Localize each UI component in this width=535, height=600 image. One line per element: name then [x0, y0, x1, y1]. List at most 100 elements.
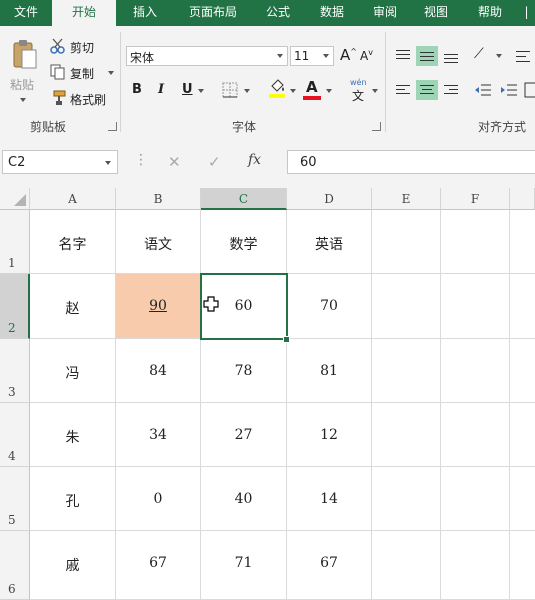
cell-a6[interactable]: 戚	[30, 531, 116, 600]
column-header-a[interactable]: A	[30, 188, 116, 210]
phonetic-guide-icon[interactable]: wén	[350, 78, 367, 87]
align-middle-button[interactable]	[416, 46, 438, 66]
enter-icon[interactable]: ✓	[208, 153, 221, 171]
font-color-icon[interactable]: A	[306, 78, 318, 96]
cell-g4[interactable]	[510, 403, 535, 467]
tab-insert[interactable]: 插入	[116, 0, 174, 26]
cell-g2[interactable]	[510, 274, 535, 339]
cell-e5[interactable]	[372, 467, 441, 531]
tab-data[interactable]: 数据	[304, 0, 360, 26]
scissors-icon[interactable]	[50, 38, 66, 57]
underline-dropdown-arrow[interactable]	[198, 89, 204, 93]
tab-formulas[interactable]: 公式	[252, 0, 304, 26]
cell-b3[interactable]: 84	[116, 339, 201, 403]
underline-button[interactable]: U	[182, 82, 193, 97]
orientation-dropdown-arrow[interactable]	[496, 54, 502, 58]
cell-b1[interactable]: 语文	[116, 210, 201, 274]
clipboard-launcher-icon[interactable]	[108, 122, 117, 131]
font-size-select[interactable]: 11	[290, 46, 334, 66]
cell-e3[interactable]	[372, 339, 441, 403]
font-name-select[interactable]: 宋体	[126, 46, 288, 66]
cell-f1[interactable]	[441, 210, 510, 274]
cell-d1[interactable]: 英语	[287, 210, 372, 274]
tab-help[interactable]: 帮助	[462, 0, 518, 26]
column-header-e[interactable]: E	[372, 188, 441, 210]
increase-indent-icon[interactable]	[500, 82, 518, 101]
fill-color-dropdown-arrow[interactable]	[290, 89, 296, 93]
format-painter-icon[interactable]	[50, 90, 66, 109]
cell-c3[interactable]: 78	[201, 339, 287, 403]
cell-b4[interactable]: 34	[116, 403, 201, 467]
cell-e4[interactable]	[372, 403, 441, 467]
copy-icon[interactable]	[50, 64, 66, 83]
font-launcher-icon[interactable]	[372, 122, 381, 131]
align-center-button[interactable]	[416, 80, 438, 100]
cell-f3[interactable]	[441, 339, 510, 403]
font-color-dropdown-arrow[interactable]	[326, 89, 332, 93]
align-top-button[interactable]	[392, 46, 414, 66]
align-left-button[interactable]	[392, 80, 414, 100]
border-icon[interactable]	[222, 82, 238, 101]
cell-f6[interactable]	[441, 531, 510, 600]
column-header-c[interactable]: C	[201, 188, 287, 210]
cell-e2[interactable]	[372, 274, 441, 339]
cell-f4[interactable]	[441, 403, 510, 467]
cell-a2[interactable]: 赵	[30, 274, 116, 339]
orientation-icon[interactable]: ⟋	[474, 46, 484, 62]
cell-a1[interactable]: 名字	[30, 210, 116, 274]
paste-dropdown-arrow[interactable]	[20, 98, 26, 102]
paste-label[interactable]: 粘贴	[10, 76, 34, 93]
cancel-icon[interactable]: ✕	[168, 153, 181, 171]
cell-a5[interactable]: 孔	[30, 467, 116, 531]
cell-c6[interactable]: 71	[201, 531, 287, 600]
cell-f5[interactable]	[441, 467, 510, 531]
cell-b5[interactable]: 0	[116, 467, 201, 531]
copy-dropdown-arrow[interactable]	[108, 71, 114, 75]
cell-d6[interactable]: 67	[287, 531, 372, 600]
italic-button[interactable]: I	[158, 82, 164, 97]
row-header-1[interactable]: 1	[0, 210, 30, 274]
align-right-button[interactable]	[440, 80, 462, 100]
tab-page-layout[interactable]: 页面布局	[174, 0, 252, 26]
column-header-d[interactable]: D	[287, 188, 372, 210]
cell-b6[interactable]: 67	[116, 531, 201, 600]
cell-c5[interactable]: 40	[201, 467, 287, 531]
name-box[interactable]: C2	[2, 150, 118, 174]
border-dropdown-arrow[interactable]	[244, 89, 250, 93]
format-painter-button[interactable]: 格式刷	[70, 91, 106, 108]
column-header-b[interactable]: B	[116, 188, 201, 210]
bold-button[interactable]: B	[132, 82, 142, 97]
copy-button[interactable]: 复制	[70, 65, 94, 82]
shrink-font-icon[interactable]: Av	[360, 48, 373, 63]
cell-c1[interactable]: 数学	[201, 210, 287, 274]
cell-d5[interactable]: 14	[287, 467, 372, 531]
tab-view[interactable]: 视图	[410, 0, 462, 26]
cell-b2[interactable]: 90	[116, 274, 201, 339]
phonetic-dropdown-arrow[interactable]	[372, 89, 378, 93]
column-header-next[interactable]	[510, 188, 535, 210]
column-header-f[interactable]: F	[441, 188, 510, 210]
cell-g5[interactable]	[510, 467, 535, 531]
align-bottom-button[interactable]	[440, 46, 462, 66]
decrease-indent-icon[interactable]	[474, 82, 492, 101]
grow-font-icon[interactable]: A^	[340, 46, 357, 64]
tab-overflow[interactable]: |	[518, 0, 535, 26]
cell-d3[interactable]: 81	[287, 339, 372, 403]
row-header-3[interactable]: 3	[0, 339, 30, 403]
fill-color-icon[interactable]	[268, 78, 286, 101]
cell-g3[interactable]	[510, 339, 535, 403]
tab-home[interactable]: 开始	[52, 0, 116, 26]
tab-review[interactable]: 审阅	[360, 0, 410, 26]
row-header-6[interactable]: 6	[0, 531, 30, 600]
cell-c4[interactable]: 27	[201, 403, 287, 467]
cell-e1[interactable]	[372, 210, 441, 274]
cell-g1[interactable]	[510, 210, 535, 274]
row-header-2[interactable]: 2	[0, 274, 30, 339]
cell-d2[interactable]: 70	[287, 274, 372, 339]
wrap-text-button[interactable]	[512, 46, 534, 66]
insert-function-icon[interactable]: fx	[248, 152, 261, 168]
paste-icon[interactable]	[12, 40, 38, 73]
tab-file[interactable]: 文件	[0, 0, 52, 26]
cell-a3[interactable]: 冯	[30, 339, 116, 403]
cell-d4[interactable]: 12	[287, 403, 372, 467]
